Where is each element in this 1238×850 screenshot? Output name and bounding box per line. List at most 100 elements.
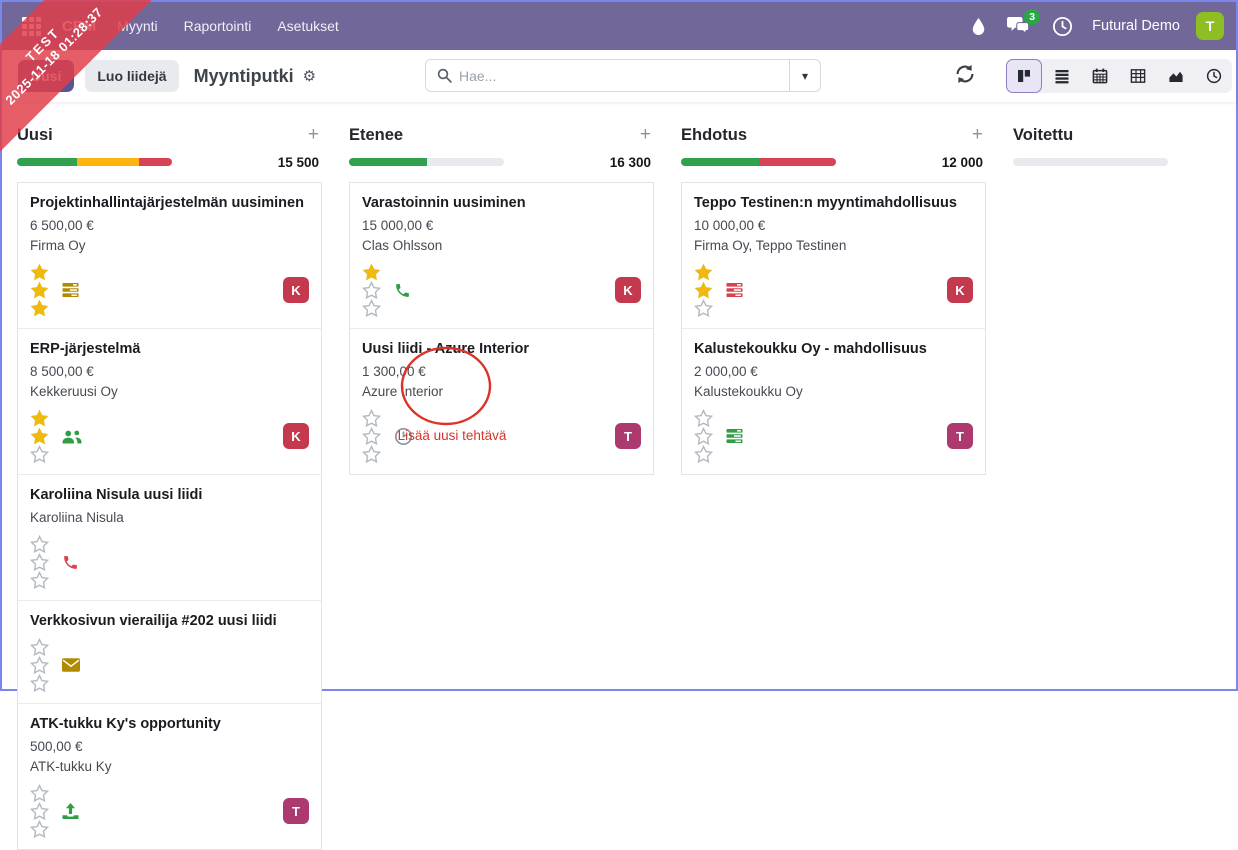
- star-empty-icon[interactable]: [362, 281, 381, 299]
- kanban-card[interactable]: ERP-järjestelmä 8 500,00 € Kekkeruusi Oy…: [18, 329, 321, 475]
- add-record-button[interactable]: +: [308, 125, 319, 144]
- kanban-column: Etenee + 16 300 Varastoinnin uusiminen 1…: [349, 124, 654, 850]
- view-button-kanban[interactable]: [1006, 59, 1042, 93]
- add-record-button[interactable]: +: [972, 125, 983, 144]
- activity-button[interactable]: [62, 803, 79, 819]
- view-button-pivot[interactable]: [1120, 59, 1156, 93]
- star-empty-icon[interactable]: [30, 820, 49, 838]
- refresh-button[interactable]: [954, 63, 976, 85]
- star-empty-icon[interactable]: [362, 299, 381, 317]
- star-empty-icon[interactable]: [30, 571, 49, 589]
- view-button-activity[interactable]: [1196, 59, 1232, 93]
- pivot-view-icon: [1130, 68, 1146, 84]
- star-filled-icon[interactable]: [694, 281, 713, 299]
- assignee-avatar[interactable]: T: [947, 423, 973, 449]
- progress-segment-green[interactable]: [17, 158, 78, 166]
- kanban-card[interactable]: Projektinhallintajärjestelmän uusiminen …: [18, 183, 321, 329]
- activity-button[interactable]: [726, 282, 743, 298]
- search-input[interactable]: [459, 67, 789, 84]
- star-empty-icon[interactable]: [362, 427, 381, 445]
- star-empty-icon[interactable]: [362, 409, 381, 427]
- progress-segment-green[interactable]: [349, 158, 427, 166]
- star-empty-icon[interactable]: [30, 656, 49, 674]
- stage-progressbar[interactable]: [17, 158, 172, 166]
- assignee-avatar[interactable]: T: [283, 798, 309, 824]
- stage-progressbar[interactable]: [349, 158, 504, 166]
- kanban-card[interactable]: Varastoinnin uusiminen 15 000,00 € Clas …: [350, 183, 653, 329]
- kanban-card[interactable]: ATK-tukku Ky's opportunity 500,00 € ATK-…: [18, 704, 321, 849]
- droplet-icon: [972, 17, 985, 35]
- progress-segment-red[interactable]: [139, 158, 172, 166]
- activity-button[interactable]: [62, 554, 79, 571]
- star-filled-icon[interactable]: [362, 263, 381, 281]
- menu-item-myynti[interactable]: Myynti: [104, 11, 170, 41]
- kanban-card[interactable]: Teppo Testinen:n myyntimahdollisuus 10 0…: [682, 183, 985, 329]
- star-filled-icon[interactable]: [30, 281, 49, 299]
- star-empty-icon[interactable]: [30, 553, 49, 571]
- activity-button[interactable]: [62, 282, 79, 298]
- activity-button[interactable]: [726, 428, 743, 444]
- star-empty-icon[interactable]: [694, 445, 713, 463]
- view-button-calendar[interactable]: [1082, 59, 1118, 93]
- star-empty-icon[interactable]: [30, 802, 49, 820]
- star-empty-icon[interactable]: [694, 427, 713, 445]
- menu-item-asetukset[interactable]: Asetukset: [264, 11, 351, 41]
- generate-leads-button[interactable]: Luo liidejä: [85, 60, 179, 92]
- add-record-button[interactable]: +: [640, 125, 651, 144]
- star-empty-icon[interactable]: [694, 299, 713, 317]
- messages-button[interactable]: 3: [1000, 9, 1041, 39]
- phone-icon: [62, 554, 79, 571]
- activity-button[interactable]: [394, 427, 413, 446]
- star-filled-icon[interactable]: [694, 263, 713, 281]
- tasks-icon: [726, 282, 743, 298]
- card-amount: 10 000,00 €: [694, 218, 766, 233]
- assignee-avatar[interactable]: K: [615, 277, 641, 303]
- search-options-toggle[interactable]: ▾: [789, 60, 820, 91]
- assignee-avatar[interactable]: T: [615, 423, 641, 449]
- kanban-card[interactable]: Kalustekoukku Oy - mahdollisuus 2 000,00…: [682, 329, 985, 474]
- star-filled-icon: [30, 427, 49, 445]
- progress-segment-orange[interactable]: [77, 158, 140, 166]
- star-empty-icon[interactable]: [694, 409, 713, 427]
- star-empty-icon[interactable]: [30, 445, 49, 463]
- progress-segment-red[interactable]: [758, 158, 836, 166]
- star-filled-icon[interactable]: [30, 409, 49, 427]
- stage-progressbar[interactable]: [681, 158, 836, 166]
- star-empty-icon[interactable]: [30, 638, 49, 656]
- kanban-card[interactable]: Uusi liidi - Azure Interior 1 300,00 € A…: [350, 329, 653, 474]
- star-filled-icon[interactable]: [30, 299, 49, 317]
- kanban-card[interactable]: Karoliina Nisula uusi liidi Karoliina Ni…: [18, 475, 321, 601]
- activity-button[interactable]: [62, 658, 80, 672]
- assignee-avatar[interactable]: K: [283, 423, 309, 449]
- attendance-clock-button[interactable]: [1045, 12, 1080, 41]
- stage-progressbar[interactable]: [1013, 158, 1168, 166]
- star-empty-icon[interactable]: [362, 445, 381, 463]
- column-cards: Projektinhallintajärjestelmän uusiminen …: [17, 182, 322, 850]
- card-company: Azure Interior: [362, 384, 444, 399]
- star-filled-icon[interactable]: [30, 263, 49, 281]
- assignee-avatar[interactable]: K: [283, 277, 309, 303]
- star-empty-icon[interactable]: [30, 674, 49, 692]
- menu-item-raportointi[interactable]: Raportointi: [171, 11, 265, 41]
- star-empty-icon[interactable]: [30, 784, 49, 802]
- star-filled-icon[interactable]: [30, 427, 49, 445]
- new-record-button[interactable]: Uusi: [18, 60, 75, 92]
- progress-segment-green[interactable]: [681, 158, 759, 166]
- upload-icon: [62, 803, 79, 819]
- assignee-avatar[interactable]: K: [947, 277, 973, 303]
- column-cards: Varastoinnin uusiminen 15 000,00 € Clas …: [349, 182, 654, 475]
- activity-button[interactable]: [62, 429, 82, 444]
- view-button-list[interactable]: [1044, 59, 1080, 93]
- gear-icon[interactable]: ⚙: [303, 67, 316, 85]
- company-switcher[interactable]: Futural Demo: [1092, 18, 1180, 34]
- debug-droplet-button[interactable]: [965, 14, 992, 39]
- star-empty-icon: [694, 445, 713, 463]
- user-avatar[interactable]: T: [1196, 12, 1224, 40]
- chevron-down-icon: ▾: [801, 68, 809, 83]
- view-button-graph[interactable]: [1158, 59, 1194, 93]
- apps-menu-button[interactable]: [14, 9, 48, 43]
- kanban-card[interactable]: Verkkosivun vierailija #202 uusi liidi: [18, 601, 321, 704]
- star-empty-icon[interactable]: [30, 535, 49, 553]
- activity-button[interactable]: [394, 282, 411, 299]
- app-name[interactable]: CRM: [62, 18, 96, 35]
